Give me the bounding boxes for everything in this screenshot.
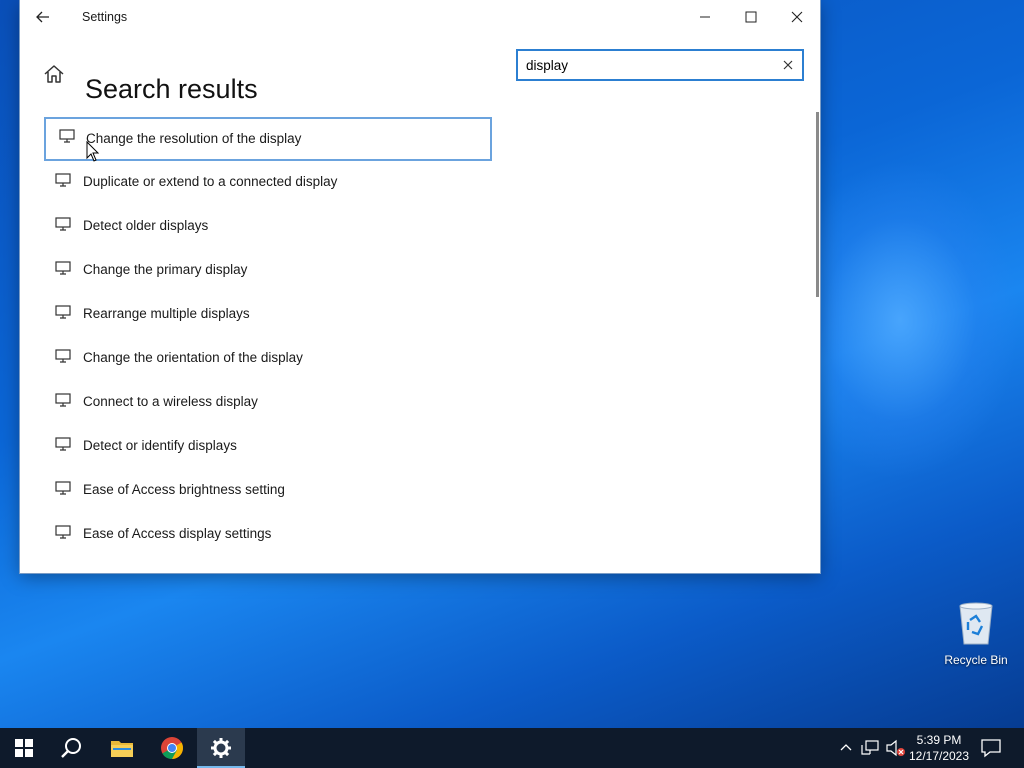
monitor-icon [55,481,71,495]
search-result-item[interactable]: Change the orientation of the display [44,337,492,381]
search-box[interactable] [516,49,804,81]
close-icon [791,11,803,23]
settings-icon [211,738,231,758]
clock-date: 12/17/2023 [908,749,970,763]
result-label: Ease of Access brightness setting [83,482,285,497]
monitor-icon [55,349,71,363]
taskbar-clock[interactable]: 5:39 PM 12/17/2023 [906,732,972,764]
result-label: Detect older displays [83,218,209,233]
search-result-item[interactable]: Rearrange multiple displays [44,293,492,337]
start-icon [15,739,33,757]
monitor-icon [55,393,71,407]
monitor-icon [55,437,71,451]
page-title: Search results [85,74,258,105]
recycle-bin-label: Recycle Bin [944,653,1008,667]
maximize-button[interactable] [728,0,774,34]
close-button[interactable] [774,0,820,34]
notification-icon[interactable] [980,738,1002,758]
search-clear-button[interactable] [780,57,796,73]
search-results-list: Change the resolution of the display Dup… [44,117,492,557]
search-result-item[interactable]: Duplicate or extend to a connected displ… [44,161,492,205]
taskbar: 5:39 PM 12/17/2023 [0,728,1024,768]
result-label: Change the primary display [83,262,248,277]
search-input[interactable] [526,55,766,75]
result-label: Detect or identify displays [83,438,237,453]
settings-window: Settings Search results Change the resol… [20,0,820,573]
clear-icon [783,60,793,70]
monitor-icon [55,525,71,539]
chrome-icon [161,737,183,759]
minimize-button[interactable] [682,0,728,34]
search-result-item[interactable]: Ease of Access display settings [44,513,492,557]
search-result-item[interactable]: Connect to a wireless display [44,381,492,425]
monitor-icon [55,217,71,231]
volume-muted-icon[interactable] [885,739,907,757]
home-icon [44,65,64,83]
file-explorer-icon [111,741,133,757]
monitor-icon [55,305,71,319]
search-result-item[interactable]: Detect older displays [44,205,492,249]
result-label: Duplicate or extend to a connected displ… [83,174,338,189]
minimize-icon [700,16,710,18]
scrollbar-thumb[interactable] [816,112,819,297]
back-arrow-icon [36,11,49,23]
maximize-icon [745,11,757,23]
recycle-bin[interactable]: Recycle Bin [940,600,1012,667]
result-label: Ease of Access display settings [83,526,272,541]
back-button[interactable] [30,5,56,29]
app-title: Settings [82,10,128,24]
chrome-button[interactable] [148,728,196,768]
network-icon[interactable] [861,739,881,757]
search-result-item[interactable]: Detect or identify displays [44,425,492,469]
monitor-icon [59,129,75,143]
search-result-item[interactable]: Ease of Access brightness setting [44,469,492,513]
home-button[interactable] [42,62,66,86]
title-bar[interactable]: Settings [20,0,820,34]
file-explorer-button[interactable] [98,728,146,768]
settings-taskbar-button[interactable] [197,728,245,768]
start-button[interactable] [0,728,48,768]
monitor-icon [55,173,71,187]
result-label: Connect to a wireless display [83,394,258,409]
search-result-item[interactable]: Change the resolution of the display [44,117,492,161]
recycle-bin-icon [959,602,993,645]
clock-time: 5:39 PM [916,733,962,747]
result-label: Change the orientation of the display [83,350,303,365]
mouse-cursor-icon [86,141,100,162]
taskbar-search-button[interactable] [48,728,96,768]
chevron-up-icon[interactable] [838,740,854,756]
monitor-icon [55,261,71,275]
search-icon [61,738,81,758]
result-label: Rearrange multiple displays [83,306,250,321]
search-result-item[interactable]: Change the primary display [44,249,492,293]
result-label: Change the resolution of the display [86,131,302,146]
